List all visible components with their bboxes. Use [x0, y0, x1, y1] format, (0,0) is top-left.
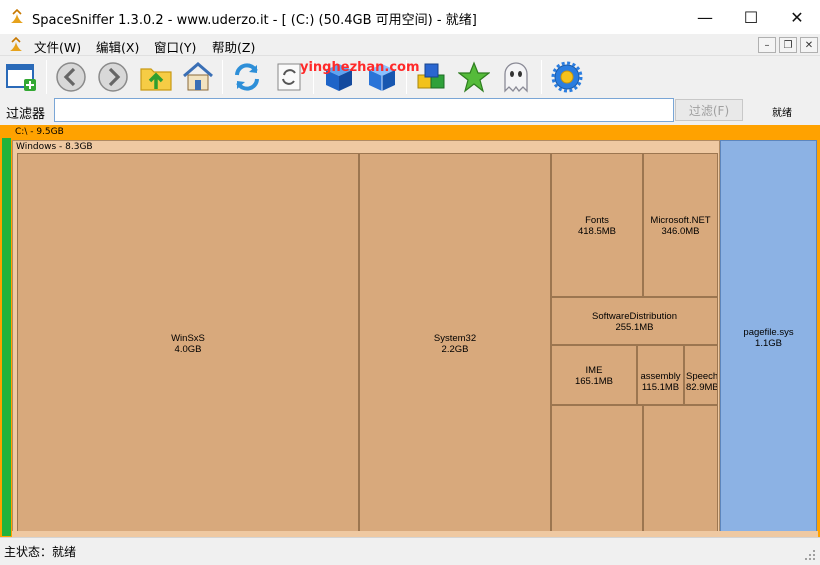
status-text: 主状态：就绪	[4, 545, 77, 559]
new-window-button[interactable]	[4, 59, 40, 95]
menu-window[interactable]: 窗口(Y)	[154, 37, 196, 56]
toolbar-separator	[541, 60, 542, 94]
home-button[interactable]	[180, 59, 216, 95]
maximize-button[interactable]: ☐	[728, 0, 774, 34]
treemap-tile-assembly[interactable]: assembly 115.1MB	[637, 345, 684, 405]
free-space-strip[interactable]	[2, 138, 11, 536]
tile-size: 1.1GB	[755, 338, 782, 349]
close-icon: ✕	[790, 7, 804, 27]
filter-label: 过滤器	[6, 107, 46, 122]
treemap-tile-microsoft-net[interactable]: Microsoft.NET 346.0MB	[643, 153, 718, 297]
tile-name: Speech	[686, 371, 717, 382]
treemap-tile-softwaredistribution[interactable]: SoftwareDistribution 255.1MB	[551, 297, 718, 345]
minimize-icon: —	[697, 7, 713, 27]
new-window-icon	[6, 64, 36, 91]
toolbar-separator	[222, 60, 223, 94]
app-icon	[9, 8, 25, 25]
treemap-tile-speech[interactable]: Speech 82.9MB	[684, 345, 718, 405]
tile-name: System32	[433, 333, 477, 344]
home-icon	[183, 62, 213, 91]
tile-name: assembly	[640, 371, 681, 382]
tile-size: 82.9MB	[686, 382, 717, 393]
tile-name: SoftwareDistribution	[591, 311, 677, 322]
settings-gear-icon	[551, 61, 583, 93]
tile-size: 346.0MB	[661, 226, 700, 237]
forward-icon	[98, 62, 128, 92]
folder-up-icon	[140, 68, 172, 91]
window-title: SpaceSniffer 1.3.0.2 - www.uderzo.it - […	[32, 13, 477, 28]
tile-size: 165.1MB	[574, 376, 614, 387]
tile-name: WinSxS	[171, 333, 205, 344]
treemap-tile-ime[interactable]: IME 165.1MB	[551, 345, 637, 405]
star-icon	[458, 61, 490, 93]
refresh-icon	[235, 63, 259, 91]
treemap-tile-winsxs[interactable]: WinSxS 4.0GB	[17, 153, 359, 533]
treemap-tile-fonts[interactable]: Fonts 418.5MB	[551, 153, 643, 297]
windows-folder-label: Windows - 8.3GB	[16, 142, 93, 152]
tile-size: 4.0GB	[174, 344, 202, 355]
back-button[interactable]	[53, 59, 89, 95]
status-bar	[0, 537, 820, 560]
mdi-close-button[interactable]: ✕	[800, 37, 818, 53]
filter-button[interactable]: 过滤(F)	[675, 99, 743, 121]
treemap-tile-pagefile[interactable]: pagefile.sys 1.1GB	[720, 140, 817, 532]
drive-label: C:\ - 9.5GB	[15, 127, 64, 137]
treemap-tile-system32[interactable]: System32 2.2GB	[359, 153, 551, 533]
ghost-button[interactable]	[498, 59, 534, 95]
star-button[interactable]	[456, 59, 492, 95]
color-blocks-icon	[417, 63, 445, 89]
mdi-close-icon: ✕	[804, 39, 814, 51]
tile-name: Fonts	[585, 215, 609, 226]
maximize-icon: ☐	[743, 7, 759, 27]
mdi-minimize-button[interactable]: –	[758, 37, 776, 53]
menu-app-icon[interactable]	[8, 36, 24, 53]
treemap-tile-small-folders[interactable]	[551, 405, 643, 533]
tile-size: 418.5MB	[577, 226, 617, 237]
toolbar-separator	[46, 60, 47, 94]
menu-edit[interactable]: 编辑(X)	[96, 37, 139, 56]
tile-size: 2.2GB	[441, 344, 469, 355]
mdi-restore-icon: ❐	[783, 39, 793, 51]
watermark-text: yinghezhan.com	[300, 60, 420, 75]
treemap-tile-small-folders[interactable]	[643, 405, 718, 533]
tile-size: 115.1MB	[641, 382, 680, 393]
settings-button[interactable]	[549, 59, 585, 95]
close-button[interactable]: ✕	[774, 0, 820, 34]
tile-size: 255.1MB	[615, 322, 654, 333]
tile-name: Microsoft.NET	[650, 215, 711, 226]
filter-input[interactable]	[54, 98, 674, 122]
ghost-icon	[504, 62, 528, 93]
forward-button[interactable]	[95, 59, 131, 95]
refresh-button[interactable]	[229, 59, 265, 95]
filter-status: 就绪	[772, 108, 792, 119]
folder-up-button[interactable]	[138, 59, 174, 95]
tile-name: IME	[585, 365, 603, 376]
minimize-button[interactable]: —	[682, 0, 728, 34]
back-icon	[56, 62, 86, 92]
menu-help[interactable]: 帮助(Z)	[212, 37, 255, 56]
resize-grip-icon[interactable]	[804, 546, 816, 560]
mdi-minimize-icon: –	[764, 39, 770, 51]
mdi-restore-button[interactable]: ❐	[779, 37, 797, 53]
menu-file[interactable]: 文件(W)	[34, 37, 81, 56]
tile-name: pagefile.sys	[743, 327, 794, 338]
